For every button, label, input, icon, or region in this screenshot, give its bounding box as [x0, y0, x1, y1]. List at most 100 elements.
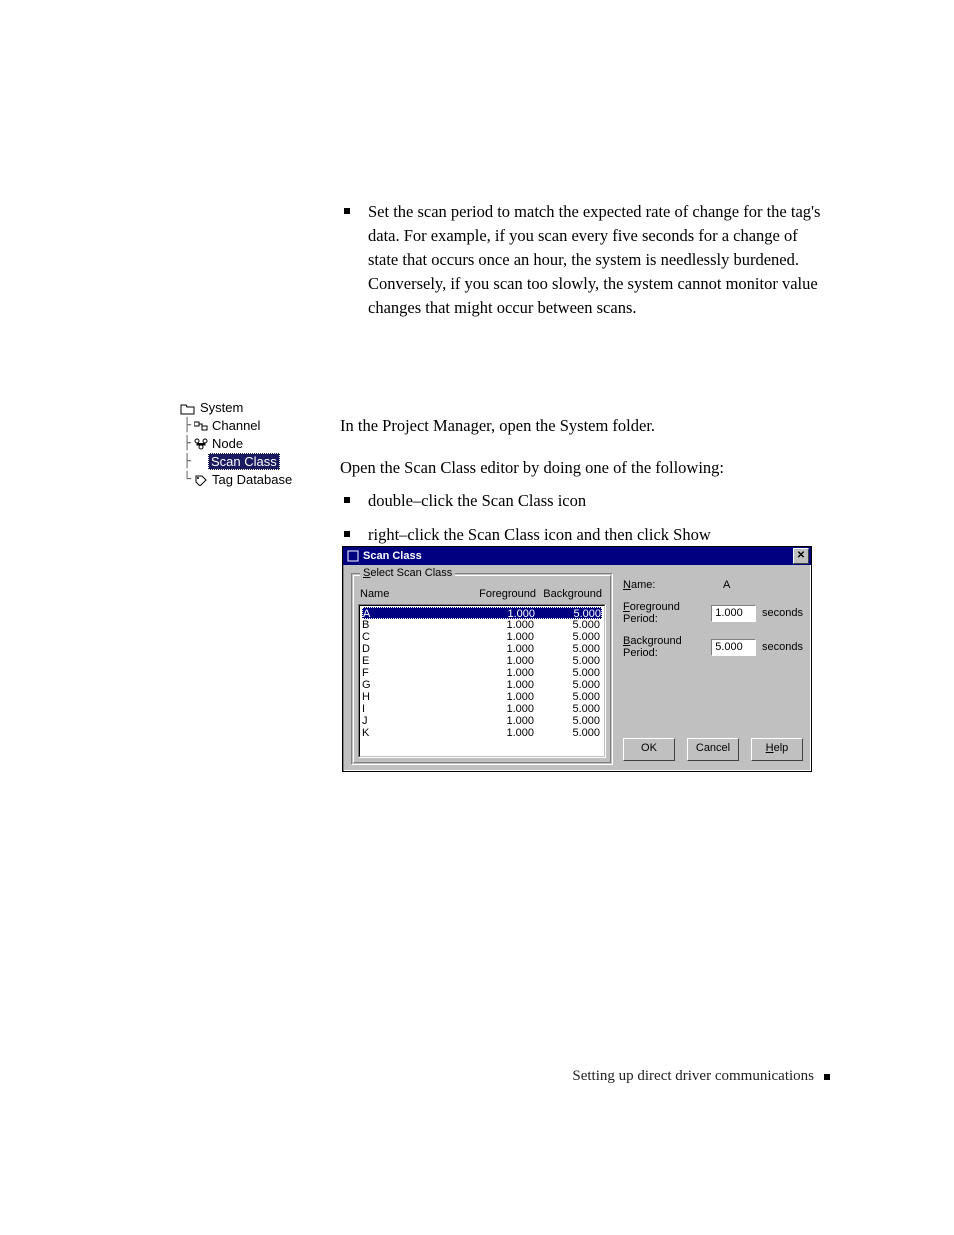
list-item-foreground: 1.000 [468, 643, 534, 655]
scan-class-listbox[interactable]: A1.0005.000B1.0005.000C1.0005.000D1.0005… [358, 604, 606, 758]
list-item[interactable]: I1.0005.000 [362, 703, 602, 715]
list-item[interactable]: B1.0005.000 [362, 619, 602, 631]
tree-item-label: Scan Class [208, 453, 280, 470]
unit-label: seconds [762, 641, 803, 653]
help-button[interactable]: Help [751, 738, 803, 761]
list-item-name: D [362, 643, 468, 655]
list-item-background: 5.000 [534, 667, 600, 679]
list-item-name: A [363, 608, 469, 618]
list-item-foreground: 1.000 [468, 727, 534, 739]
list-item-foreground: 1.000 [468, 715, 534, 727]
node-icon [194, 436, 208, 451]
list-item-foreground: 1.000 [468, 667, 534, 679]
bullet-square-icon [344, 531, 350, 537]
list-item-foreground: 1.000 [469, 608, 535, 618]
tag-database-icon [194, 472, 208, 487]
app-icon [347, 550, 359, 562]
list-item-foreground: 1.000 [468, 619, 534, 631]
list-item-name: F [362, 667, 468, 679]
name-field-row: Name: A [623, 579, 803, 591]
tree-root-label: System [200, 400, 243, 415]
list-item-background: 5.000 [535, 608, 601, 618]
col-name-header: Name [360, 588, 470, 600]
list-item-foreground: 1.000 [468, 631, 534, 643]
list-item-background: 5.000 [534, 643, 600, 655]
list-item[interactable]: E1.0005.000 [362, 655, 602, 667]
list-item-background: 5.000 [534, 631, 600, 643]
sub-bullet-1: double–click the Scan Class icon [340, 489, 830, 513]
dialog-title: Scan Class [363, 550, 793, 562]
tree-item-tag-database[interactable]: └ Tag Database [180, 470, 320, 488]
tree-item-scan-class[interactable]: ├ Scan Class [180, 452, 320, 470]
unit-label: seconds [762, 607, 803, 619]
tree-item-node[interactable]: ├ Node [180, 434, 320, 452]
bullet-square-icon [344, 208, 350, 214]
list-item-name: B [362, 619, 468, 631]
list-item[interactable]: K1.0005.000 [362, 727, 602, 739]
name-label: Name: [623, 579, 719, 591]
tree-item-label: Node [212, 436, 243, 451]
list-item[interactable]: G1.0005.000 [362, 679, 602, 691]
list-item-foreground: 1.000 [468, 703, 534, 715]
list-item-name: H [362, 691, 468, 703]
dialog-titlebar[interactable]: Scan Class ✕ [343, 547, 811, 565]
background-period-row: Background Period: 5.000 seconds [623, 635, 803, 659]
name-value: A [723, 579, 730, 591]
list-item-foreground: 1.000 [468, 655, 534, 667]
cancel-button[interactable]: Cancel [687, 738, 739, 761]
footer-text: Setting up direct driver communications [572, 1068, 814, 1085]
group-legend: Select Scan Class [360, 567, 455, 579]
list-item-name: J [362, 715, 468, 727]
foreground-period-label: Foreground Period: [623, 601, 711, 625]
background-period-input[interactable]: 5.000 [711, 639, 756, 656]
list-item-name: K [362, 727, 468, 739]
tree-item-channel[interactable]: ├ Channel [180, 416, 320, 434]
list-item-name: G [362, 679, 468, 691]
paragraph-open-editor: Open the Scan Class editor by doing one … [340, 456, 830, 480]
foreground-period-input[interactable]: 1.000 [711, 605, 756, 622]
project-tree: System ├ Channel ├ Node ├ Scan Class └ [180, 398, 320, 488]
background-period-label: Background Period: [623, 635, 711, 659]
col-foreground-header: Foreground [470, 588, 536, 600]
folder-open-icon [180, 399, 196, 414]
scan-class-dialog: Scan Class ✕ Select Scan Class Name Fore… [342, 546, 812, 772]
close-button[interactable]: ✕ [793, 548, 809, 564]
list-item[interactable]: A1.0005.000 [362, 607, 602, 619]
sub-bullet-1-text: double–click the Scan Class icon [368, 489, 830, 513]
top-bullet-text: Set the scan period to match the expecte… [368, 200, 830, 320]
list-item[interactable]: F1.0005.000 [362, 667, 602, 679]
paragraph-open-system: In the Project Manager, open the System … [340, 414, 830, 438]
list-item-name: E [362, 655, 468, 667]
close-icon: ✕ [797, 551, 805, 561]
list-item-background: 5.000 [534, 703, 600, 715]
tree-root[interactable]: System [180, 398, 320, 416]
channel-icon [194, 418, 208, 433]
list-item-background: 5.000 [534, 727, 600, 739]
list-item[interactable]: C1.0005.000 [362, 631, 602, 643]
tree-item-label: Channel [212, 418, 260, 433]
list-item-name: C [362, 631, 468, 643]
footer-square-icon [824, 1074, 830, 1080]
list-item-name: I [362, 703, 468, 715]
list-item[interactable]: H1.0005.000 [362, 691, 602, 703]
list-item[interactable]: J1.0005.000 [362, 715, 602, 727]
list-item-background: 5.000 [534, 715, 600, 727]
list-item-foreground: 1.000 [468, 679, 534, 691]
col-background-header: Background [536, 588, 602, 600]
list-item-background: 5.000 [534, 679, 600, 691]
list-item[interactable]: D1.0005.000 [362, 643, 602, 655]
page-footer: Setting up direct driver communications [340, 1068, 830, 1085]
list-item-background: 5.000 [534, 691, 600, 703]
list-item-background: 5.000 [534, 619, 600, 631]
foreground-period-row: Foreground Period: 1.000 seconds [623, 601, 803, 625]
sub-bullet-2-text: right–click the Scan Class icon and then… [368, 523, 830, 547]
tree-item-label: Tag Database [212, 472, 292, 487]
list-item-background: 5.000 [534, 655, 600, 667]
list-header: Name Foreground Background [360, 588, 604, 600]
bullet-square-icon [344, 497, 350, 503]
top-bullet: Set the scan period to match the expecte… [340, 200, 830, 320]
select-scan-class-group: Select Scan Class Name Foreground Backgr… [351, 573, 613, 765]
sub-bullet-2: right–click the Scan Class icon and then… [340, 523, 830, 547]
list-item-foreground: 1.000 [468, 691, 534, 703]
ok-button[interactable]: OK [623, 738, 675, 761]
